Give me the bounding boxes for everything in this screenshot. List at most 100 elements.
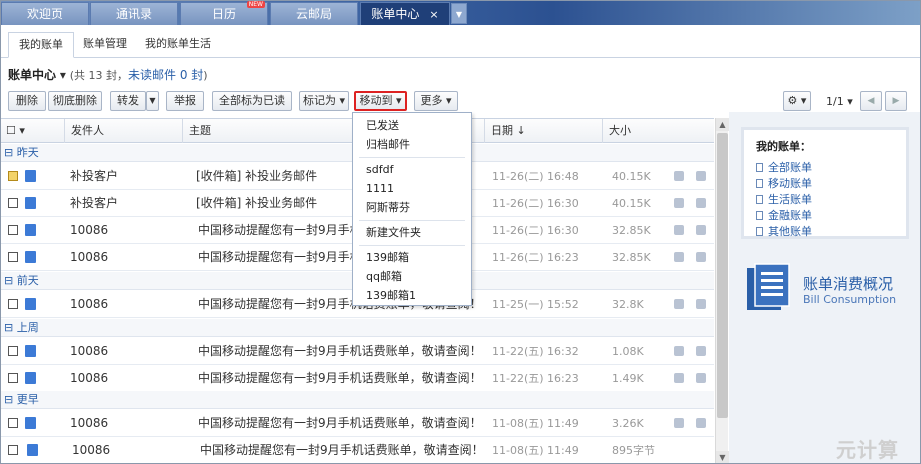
sender: 10086 [70, 250, 109, 264]
column-date[interactable]: 日期 ↓ [484, 119, 602, 143]
tab-bill-center[interactable]: 账单中心 × [360, 2, 450, 25]
scroll-up-arrow[interactable]: ▲ [716, 118, 729, 131]
row-checkbox[interactable] [8, 418, 18, 428]
bill-icon[interactable] [674, 252, 684, 262]
row-checkbox[interactable] [8, 252, 18, 262]
subject[interactable]: 中国移动提醒您有一封9月手机话费账单，敬请查阅！ [200, 437, 484, 464]
table-row[interactable]: 10086 中国移动提醒您有一封9月手机话费账单，敬请查阅！ 11-08(五) … [0, 437, 714, 464]
tab-cloud-post[interactable]: 云邮局 [270, 2, 358, 25]
sender: 10086 [70, 416, 109, 430]
row-checkbox[interactable] [8, 299, 18, 309]
subject[interactable]: 中国移动提醒您有一封9月手机话费账单，敬请查阅！ [198, 365, 482, 392]
my-bills-box: 我的账单： 全部账单 移动账单 生活账单 金融账单 其他账单 [741, 127, 909, 239]
group-label: 前天 [16, 274, 39, 287]
row-checkbox[interactable] [8, 225, 18, 235]
bill-icon[interactable] [674, 299, 684, 309]
forward-button[interactable]: 转发 [110, 91, 146, 111]
scroll-down-arrow[interactable]: ▼ [716, 451, 729, 464]
bill-icon[interactable] [674, 171, 684, 181]
subject[interactable]: [收件箱] 补投业务邮件 [196, 190, 317, 217]
table-row[interactable]: 10086 中国移动提醒您有一封9月手机话费账单，敬请查阅！ 11-22(五) … [0, 365, 714, 392]
move-to-button[interactable]: 移动到 ▾ [354, 91, 407, 111]
sidebar-item-mobile-bills[interactable]: 移动账单 [756, 176, 894, 192]
date: 11-08(五) 11:49 [492, 417, 579, 430]
tab-calendar[interactable]: 日历 NEW [180, 1, 268, 25]
sidebar-item-other-bills[interactable]: 其他账单 [756, 224, 894, 240]
sidebar-item-all-bills[interactable]: 全部账单 [756, 160, 894, 176]
prev-page-button[interactable]: ◀ [860, 91, 882, 111]
sender: 10086 [72, 443, 111, 457]
subject[interactable]: 中国移动提醒您有一封9月手机话费账单，敬请查阅！ [198, 410, 482, 437]
tag-icon[interactable] [696, 299, 706, 309]
settings-button[interactable]: ⚙ ▾ [783, 91, 811, 111]
group-header[interactable]: ⊟ 更早 [0, 391, 714, 409]
scroll-thumb[interactable] [717, 133, 728, 418]
tab-welcome[interactable]: 欢迎页 [1, 2, 89, 25]
tag-icon[interactable] [696, 418, 706, 428]
row-checkbox[interactable] [8, 171, 18, 181]
menu-item-mailbox[interactable]: 139邮箱 [353, 248, 471, 267]
sidebar-item-finance-bills[interactable]: 金融账单 [756, 208, 894, 224]
bill-icon[interactable] [674, 418, 684, 428]
bill-document-icon [747, 263, 790, 310]
page-selector[interactable]: 1/1 ▾ [826, 95, 853, 108]
page-title-text: 账单中心 [8, 68, 57, 82]
bill-icon[interactable] [674, 198, 684, 208]
menu-item-folder[interactable]: sdfdf [353, 160, 471, 179]
table-row[interactable]: 10086 中国移动提醒您有一封9月手机话费账单，敬请查阅！ 11-22(五) … [0, 338, 714, 365]
tag-icon[interactable] [696, 373, 706, 383]
tab-my-bill-life[interactable]: 我的账单生活 [135, 32, 221, 58]
chevron-down-icon[interactable]: ▼ [451, 3, 467, 24]
subject[interactable]: 中国移动提醒您有一封9月手机 [198, 244, 362, 271]
chevron-down-icon[interactable]: ▼ [146, 91, 159, 111]
tab-my-bills[interactable]: 我的账单 [8, 32, 74, 58]
menu-item-folder[interactable]: 1111 [353, 179, 471, 198]
bill-icon[interactable] [674, 225, 684, 235]
sidebar-item-life-bills[interactable]: 生活账单 [756, 192, 894, 208]
group-header[interactable]: ⊟ 上周 [0, 319, 714, 337]
mail-icon [25, 417, 36, 429]
tag-icon[interactable] [696, 225, 706, 235]
bill-icon[interactable] [674, 346, 684, 356]
chevron-down-icon[interactable]: ▾ [60, 68, 66, 82]
bill-icon[interactable] [674, 373, 684, 383]
size: 32.8K [612, 298, 644, 311]
toolbar: 删除 彻底删除 转发 ▼ 举报 全部标为已读 标记为 ▾ 移动到 ▾ 更多 ▾ … [0, 88, 921, 112]
mark-all-read-button[interactable]: 全部标为已读 [212, 91, 292, 111]
next-page-button[interactable]: ▶ [885, 91, 907, 111]
tag-icon[interactable] [696, 198, 706, 208]
unread-count-link[interactable]: 未读邮件 0 封 [128, 68, 203, 82]
subject[interactable]: 中国移动提醒您有一封9月手机话费账单，敬请查阅！ [198, 338, 482, 365]
row-checkbox[interactable] [8, 346, 18, 356]
row-checkbox[interactable] [8, 445, 18, 455]
bill-consumption-title[interactable]: 账单消费概况 [803, 273, 893, 294]
subject[interactable]: [收件箱] 补投业务邮件 [196, 163, 317, 190]
menu-divider [359, 157, 465, 158]
menu-item-sent[interactable]: 已发送 [353, 116, 471, 135]
subject[interactable]: 中国移动提醒您有一封9月手机 [198, 217, 362, 244]
tab-bill-management[interactable]: 账单管理 [73, 32, 137, 58]
menu-item-folder[interactable]: 阿斯蒂芬 [353, 198, 471, 217]
menu-item-archive[interactable]: 归档邮件 [353, 135, 471, 154]
date: 11-26(二) 16:30 [492, 224, 579, 237]
select-all-checkbox[interactable]: ☐ ▾ [0, 119, 64, 143]
tag-icon[interactable] [696, 346, 706, 356]
tag-icon[interactable] [696, 171, 706, 181]
column-size[interactable]: 大小 [602, 119, 714, 143]
tag-icon[interactable] [696, 252, 706, 262]
tab-contacts[interactable]: 通讯录 [90, 2, 178, 25]
row-checkbox[interactable] [8, 373, 18, 383]
report-button[interactable]: 举报 [166, 91, 204, 111]
permanent-delete-button[interactable]: 彻底删除 [48, 91, 102, 111]
column-sender[interactable]: 发件人 [64, 119, 182, 143]
mail-list-scrollbar[interactable]: ▲ ▼ [715, 118, 729, 464]
menu-item-mailbox[interactable]: qq邮箱 [353, 267, 471, 286]
mark-as-button[interactable]: 标记为 ▾ [299, 91, 349, 111]
close-icon[interactable]: × [429, 8, 438, 21]
menu-item-mailbox[interactable]: 139邮箱1 [353, 286, 471, 305]
more-button[interactable]: 更多 ▾ [414, 91, 458, 111]
delete-button[interactable]: 删除 [8, 91, 46, 111]
table-row[interactable]: 10086 中国移动提醒您有一封9月手机话费账单，敬请查阅！ 11-08(五) … [0, 410, 714, 437]
menu-item-new-folder[interactable]: 新建文件夹 [353, 223, 471, 242]
row-checkbox[interactable] [8, 198, 18, 208]
